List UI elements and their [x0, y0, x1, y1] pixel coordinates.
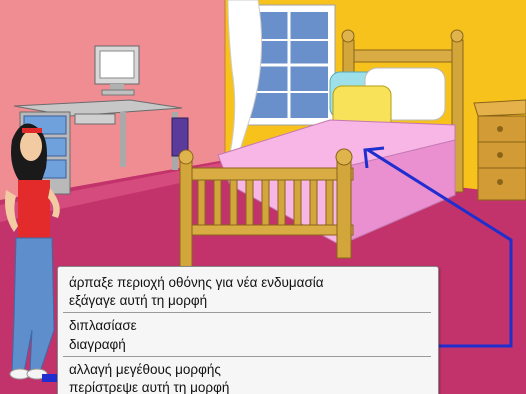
menu-item-delete[interactable]: διαγραφή: [69, 337, 126, 353]
menu-item-resize-sprite[interactable]: αλλαγή μεγέθους μορφής: [69, 362, 221, 378]
stage[interactable]: άρπαξε περιοχή οθόνης για νέα ενδυμασία …: [0, 0, 526, 394]
context-menu[interactable]: άρπαξε περιοχή οθόνης για νέα ενδυμασία …: [57, 266, 439, 394]
menu-separator: [63, 356, 431, 357]
menu-item-duplicate[interactable]: διπλασίασε: [69, 318, 137, 334]
menu-separator: [63, 312, 431, 313]
menu-item-export-sprite[interactable]: εξάγαγε αυτή τη μορφή: [69, 293, 207, 309]
menu-item-grab-screen-region[interactable]: άρπαξε περιοχή οθόνης για νέα ενδυμασία: [69, 275, 324, 291]
menu-item-rotate-sprite[interactable]: περίστρεψε αυτή τη μορφή: [69, 380, 229, 394]
